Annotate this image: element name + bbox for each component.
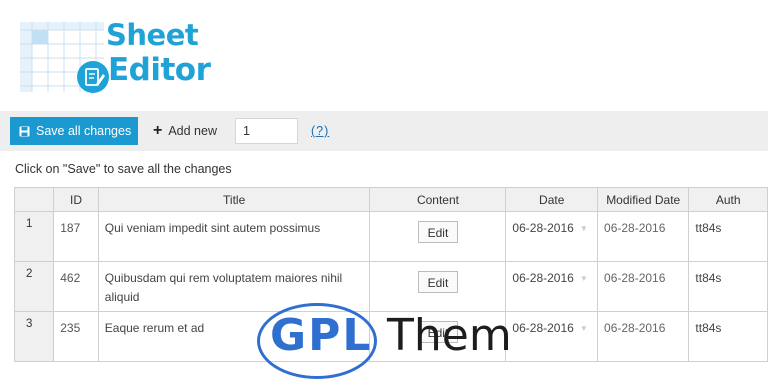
cell-id[interactable]: 462 bbox=[53, 261, 99, 312]
row-number[interactable]: 1 bbox=[13, 211, 55, 262]
cell-title[interactable]: Qui veniam impedit sint autem possimus bbox=[97, 211, 371, 262]
edit-badge-icon bbox=[77, 61, 109, 93]
save-all-changes-button[interactable]: Save all changes bbox=[10, 117, 138, 145]
caret-down-icon[interactable]: ▼ bbox=[580, 319, 588, 338]
row-number[interactable]: 2 bbox=[13, 261, 55, 312]
cell-date[interactable]: 06-28-2016 ▼ bbox=[505, 211, 599, 262]
date-value: 06-28-2016 bbox=[512, 221, 574, 235]
column-header-date[interactable]: Date bbox=[505, 187, 599, 212]
logo-text-editor: Editor bbox=[108, 52, 211, 88]
cell-modified-date[interactable]: 06-28-2016 bbox=[597, 261, 690, 312]
column-header-title[interactable]: Title bbox=[97, 187, 371, 212]
logo-text-sheet: Sheet bbox=[106, 18, 199, 52]
cell-id[interactable]: 235 bbox=[53, 311, 99, 362]
cell-modified-date[interactable]: 06-28-2016 bbox=[597, 311, 690, 362]
cell-date[interactable]: 06-28-2016 ▼ bbox=[505, 311, 599, 362]
sheet-editor-logo: Sheet Editor bbox=[20, 18, 230, 98]
save-button-label: Save all changes bbox=[36, 124, 132, 138]
save-hint-text: Click on "Save" to save all the changes bbox=[15, 162, 232, 176]
cell-author[interactable]: tt84s bbox=[688, 261, 768, 312]
toolbar: Save all changes + Add new (?) bbox=[0, 111, 768, 151]
row-number[interactable]: 3 bbox=[13, 311, 55, 362]
header-row: ID Title Content Date Modified Date Auth bbox=[13, 187, 768, 212]
edit-content-button[interactable]: Edit bbox=[417, 221, 458, 243]
cell-date[interactable]: 06-28-2016 ▼ bbox=[505, 261, 599, 312]
cell-content: Edit bbox=[369, 211, 507, 262]
floppy-disk-icon bbox=[19, 126, 30, 136]
caret-down-icon[interactable]: ▼ bbox=[580, 269, 588, 288]
cell-author[interactable]: tt84s bbox=[688, 211, 768, 262]
column-header-content[interactable]: Content bbox=[369, 187, 507, 212]
add-quantity-input[interactable] bbox=[235, 118, 298, 144]
caret-down-icon[interactable]: ▼ bbox=[580, 219, 588, 238]
add-new-label: Add new bbox=[168, 124, 217, 138]
gpl-them-watermark: GPL Them bbox=[257, 303, 517, 385]
edit-content-button[interactable]: Edit bbox=[417, 271, 458, 293]
cell-id[interactable]: 187 bbox=[53, 211, 99, 262]
corner-header bbox=[13, 187, 55, 212]
cell-author[interactable]: tt84s bbox=[688, 311, 768, 362]
help-link[interactable]: (?) bbox=[311, 124, 329, 138]
column-header-modified-date[interactable]: Modified Date bbox=[597, 187, 690, 212]
cell-modified-date[interactable]: 06-28-2016 bbox=[597, 211, 690, 262]
plus-icon: + bbox=[153, 122, 163, 139]
date-value: 06-28-2016 bbox=[512, 271, 574, 285]
date-value: 06-28-2016 bbox=[512, 321, 574, 335]
column-header-author[interactable]: Auth bbox=[688, 187, 768, 212]
table-row: 1 187 Qui veniam impedit sint autem poss… bbox=[13, 211, 768, 262]
add-new-button[interactable]: + Add new bbox=[153, 117, 217, 145]
watermark-them-text: Them bbox=[387, 310, 512, 361]
column-header-id[interactable]: ID bbox=[53, 187, 99, 212]
watermark-gpl-text: GPL bbox=[270, 310, 373, 361]
